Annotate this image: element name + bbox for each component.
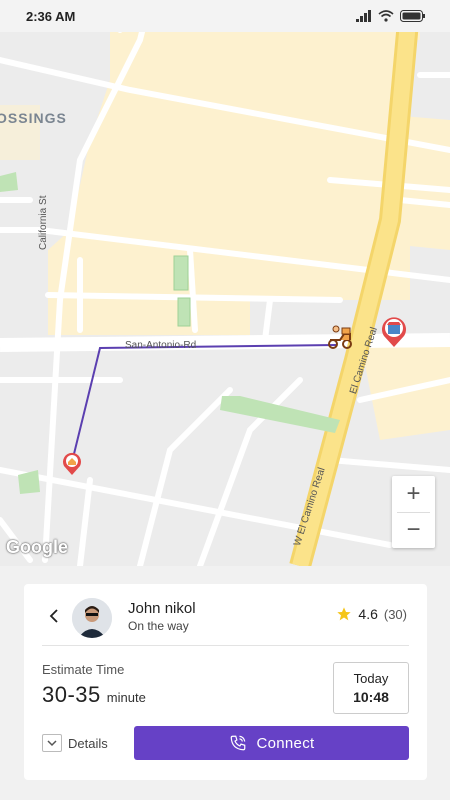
details-label: Details (68, 735, 108, 751)
street-label-san-antonio: San-Antonio-Rd (125, 340, 197, 351)
arrival-day: Today (353, 671, 389, 686)
estimate-value: 30-35 (42, 682, 101, 707)
driver-rating: 4.6 (30) (336, 606, 407, 622)
status-time: 2:36 AM (26, 8, 76, 24)
star-icon (337, 607, 352, 621)
store-pin-icon[interactable] (380, 316, 408, 348)
details-toggle[interactable]: Details (42, 734, 108, 752)
signal-icon (356, 10, 371, 22)
driver-row: John nikol On the way 4.6 (30) (24, 596, 427, 644)
ride-info-card: John nikol On the way 4.6 (30) Estimate … (24, 584, 427, 780)
details-chevron (42, 734, 62, 752)
zoom-controls: + − (392, 476, 435, 548)
driver-photo (72, 598, 112, 638)
connect-button[interactable]: Connect (134, 726, 409, 760)
back-button[interactable] (44, 606, 64, 626)
map-canvas (0, 0, 450, 566)
zoom-in-button[interactable]: + (392, 476, 435, 512)
rating-value: 4.6 (358, 606, 378, 622)
chevron-left-icon (49, 609, 58, 623)
google-logo: Google (6, 537, 68, 557)
driver-status: On the way (128, 619, 189, 633)
street-label-california: California St (38, 195, 49, 250)
zoom-out-button[interactable]: − (392, 513, 435, 549)
divider (42, 645, 409, 646)
estimate-time-label: Estimate Time (42, 662, 125, 677)
wifi-icon (378, 10, 394, 22)
connect-label: Connect (256, 734, 315, 752)
arrival-time: 10:48 (353, 689, 389, 705)
battery-icon (400, 10, 425, 22)
courier-icon[interactable] (326, 324, 354, 350)
home-pin-icon[interactable] (61, 452, 83, 476)
rating-count: (30) (383, 606, 407, 622)
chevron-down-icon (47, 739, 57, 746)
phone-call-icon (230, 735, 245, 751)
driver-name: John nikol (128, 600, 196, 617)
status-icons (356, 10, 426, 22)
map-view[interactable]: OSSINGS California St San-Antonio-Rd El … (0, 0, 450, 566)
driver-avatar (72, 598, 112, 638)
area-label-crossings: OSSINGS (0, 110, 67, 126)
estimate-unit: minute (106, 690, 146, 705)
estimate-time: 30-35 minute (42, 682, 146, 708)
status-bar: 2:36 AM (0, 0, 450, 32)
arrival-time-box: Today 10:48 (333, 662, 409, 714)
